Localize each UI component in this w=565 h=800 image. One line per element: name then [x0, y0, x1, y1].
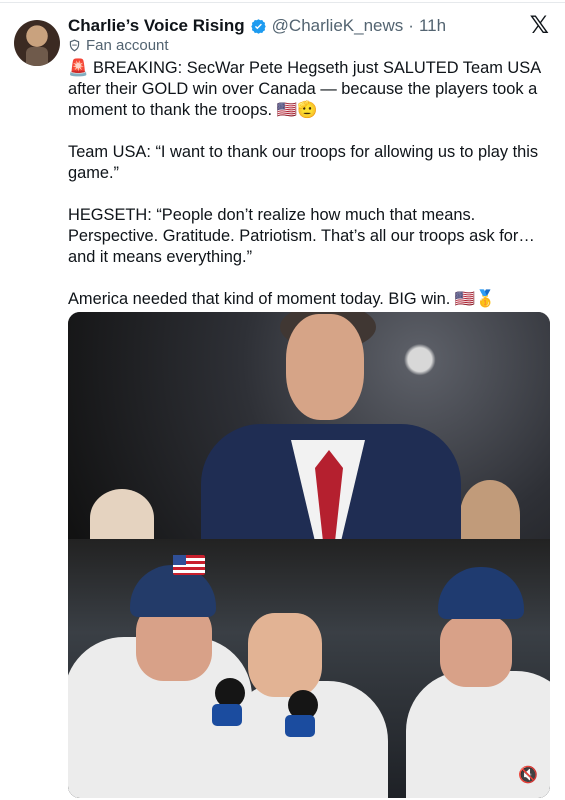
player-face — [440, 615, 512, 687]
author-name[interactable]: Charlie’s Voice Rising — [68, 16, 245, 36]
verified-badge-icon — [250, 18, 267, 35]
post-media[interactable]: 🔇 — [68, 312, 550, 798]
post-header: Charlie’s Voice Rising @CharlieK_news · … — [68, 14, 545, 38]
post-time[interactable]: 11h — [419, 16, 446, 36]
player-face — [248, 613, 322, 697]
subject-head — [286, 314, 364, 420]
post-paragraph: Team USA: “I want to thank our troops fo… — [68, 143, 543, 182]
meta-separator: · — [408, 16, 414, 35]
fan-account-label: Fan account — [68, 37, 169, 54]
top-image-panel — [68, 312, 550, 550]
post-paragraph: America needed that kind of moment today… — [68, 290, 496, 308]
mute-icon[interactable]: 🔇 — [516, 764, 540, 788]
author-avatar[interactable] — [14, 20, 60, 66]
usa-flag-icon — [173, 555, 205, 575]
post-paragraph: HEGSETH: “People don’t realize how much … — [68, 206, 540, 266]
post-body: 🚨 BREAKING: SecWar Pete Hegseth just SAL… — [68, 58, 544, 331]
post-paragraph: 🚨 BREAKING: SecWar Pete Hegseth just SAL… — [68, 59, 545, 119]
microphone-flag — [212, 704, 242, 726]
top-divider — [0, 2, 565, 3]
x-logo-icon[interactable]: 𝕏 — [530, 14, 549, 38]
author-handle[interactable]: @CharlieK_news — [272, 16, 404, 36]
microphone-flag — [285, 715, 315, 737]
fan-account-text: Fan account — [86, 37, 169, 54]
fan-account-icon — [68, 39, 81, 52]
